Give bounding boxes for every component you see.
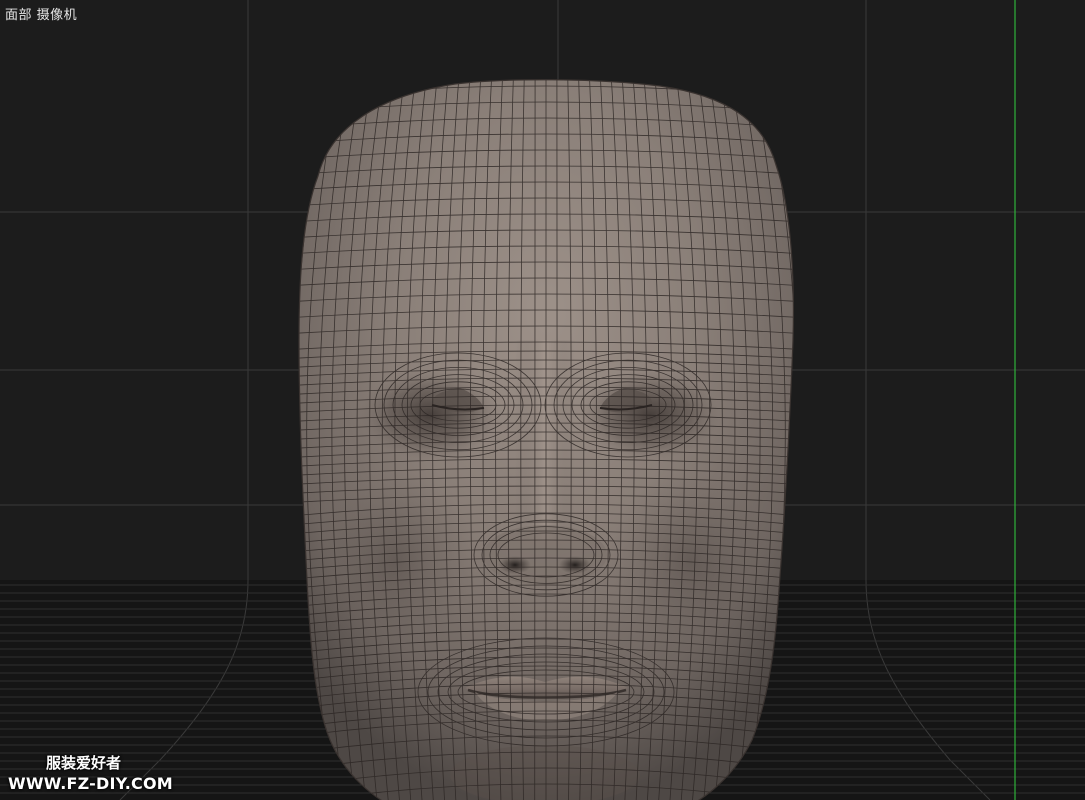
right-nostril xyxy=(559,556,591,574)
viewport-scene[interactable] xyxy=(0,0,1085,800)
3d-viewport[interactable]: 面部 摄像机 服装爱好者 WWW.FZ-DIY.COM xyxy=(0,0,1085,800)
watermark-title: 服装爱好者 xyxy=(46,754,122,772)
watermark: 服装爱好者 WWW.FZ-DIY.COM xyxy=(8,753,173,795)
camera-label: 面部 摄像机 xyxy=(5,8,78,23)
watermark-url: WWW.FZ-DIY.COM xyxy=(8,774,173,793)
head-mesh[interactable] xyxy=(252,79,840,800)
